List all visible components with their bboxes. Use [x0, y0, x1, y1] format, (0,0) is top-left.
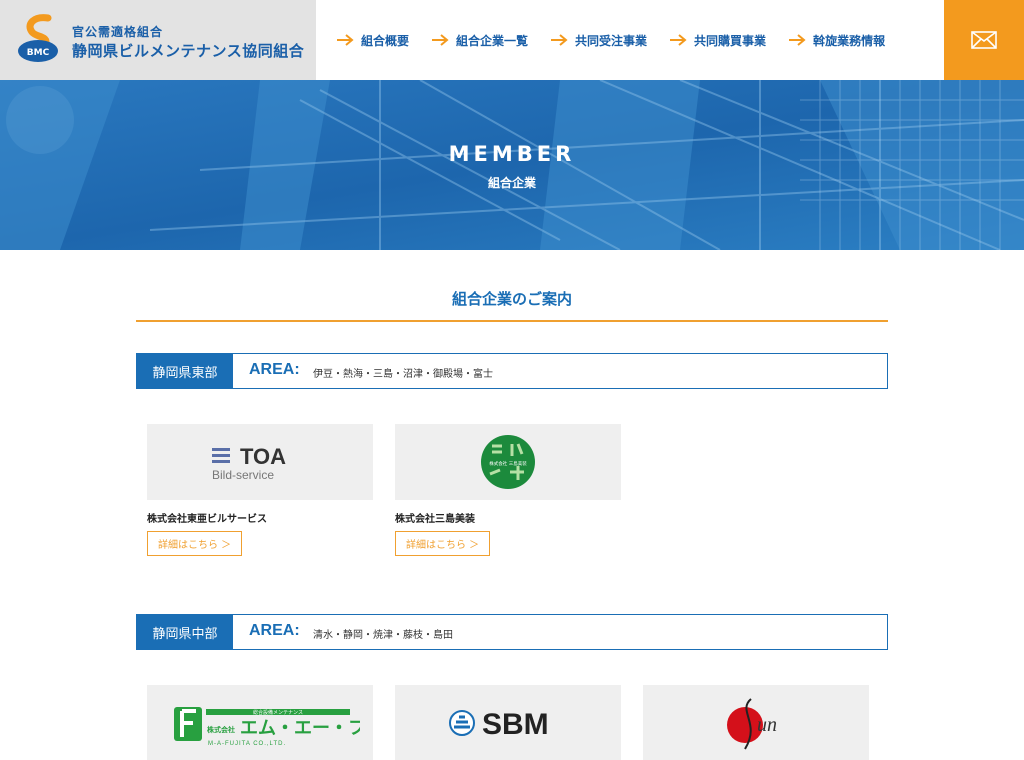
- arrow-right-icon: [789, 34, 806, 46]
- section-title: 組合企業のご案内: [451, 290, 572, 308]
- main-nav: 組合概要 組合企業一覧 共同受注事業 共同購買事業 斡旋業務情報: [336, 0, 907, 80]
- svg-text:エム・エー・フジタ: エム・エー・フジタ: [240, 718, 360, 739]
- company-logo[interactable]: 総合設備メンテナンス 株式会社 エム・エー・フジタ M-A-FUJITA CO.…: [147, 685, 373, 760]
- section-divider: [136, 320, 888, 322]
- company-card: 株式会社 三島美装 株式会社三島美装 詳細はこちら ＞: [395, 424, 621, 556]
- area-cities: 清水・静岡・焼津・藤枝・島田: [313, 630, 453, 641]
- nav-item-members[interactable]: 組合企業一覧: [431, 32, 528, 49]
- svg-text:un: un: [757, 714, 777, 736]
- svg-text:M-A-FUJITA CO.,LTD.: M-A-FUJITA CO.,LTD.: [208, 741, 286, 747]
- svg-text:株式会社 三島美装: 株式会社 三島美装: [489, 460, 527, 467]
- area-bar-east: 静岡県東部 AREA: 伊豆・熱海・三島・沼津・御殿場・富士: [136, 353, 888, 389]
- svg-text:TOA: TOA: [240, 444, 286, 469]
- logo-mark-text: BMC: [27, 48, 50, 58]
- area-name: 静岡県中部: [137, 615, 233, 649]
- area-label: AREA:: [249, 622, 300, 639]
- area-label: AREA:: [249, 361, 300, 378]
- hero-title: MEMBER: [448, 142, 576, 166]
- hero-subtitle: 組合企業: [487, 176, 536, 190]
- logo-title: 静岡県ビルメンテナンス協同組合: [72, 42, 305, 60]
- nav-item-overview[interactable]: 組合概要: [336, 32, 409, 49]
- nav-item-label: 斡旋業務情報: [813, 33, 886, 48]
- mishima-bisou-logo-icon: 株式会社 三島美装: [481, 435, 535, 489]
- svg-text:株式会社: 株式会社: [207, 725, 235, 734]
- nav-item-joint-purchasing[interactable]: 共同購買事業: [669, 32, 766, 49]
- hero-banner: MEMBER 組合企業: [0, 80, 1024, 250]
- company-card: 総合設備メンテナンス 株式会社 エム・エー・フジタ M-A-FUJITA CO.…: [147, 685, 373, 760]
- envelope-icon: [971, 31, 997, 49]
- company-detail-button[interactable]: 詳細はこちら ＞: [147, 531, 243, 556]
- company-card: SBM: [395, 685, 621, 760]
- company-logo[interactable]: SBM: [395, 685, 621, 760]
- svg-text:Bild-service: Bild-service: [212, 468, 274, 482]
- arrow-right-icon: [337, 34, 354, 46]
- company-card: un: [643, 685, 869, 760]
- area-cities: 伊豆・熱海・三島・沼津・御殿場・富士: [313, 369, 493, 380]
- company-card: TOA Bild-service 株式会社東亜ビルサービス 詳細はこちら ＞: [147, 424, 373, 556]
- sbm-logo-icon: SBM: [449, 708, 549, 741]
- arrow-right-icon: [432, 34, 449, 46]
- arrow-right-icon: [670, 34, 687, 46]
- nav-item-label: 組合概要: [361, 33, 410, 48]
- svg-text:SBM: SBM: [482, 708, 549, 741]
- ma-fujita-logo-icon: 総合設備メンテナンス 株式会社 エム・エー・フジタ M-A-FUJITA CO.…: [174, 707, 360, 747]
- company-logo[interactable]: 株式会社 三島美装: [395, 424, 621, 500]
- site-logo[interactable]: BMC 官公需適格組合 静岡県ビルメンテナンス協同組合: [0, 0, 316, 80]
- sun-logo-icon: un: [727, 698, 777, 750]
- toa-logo-icon: TOA Bild-service: [212, 444, 286, 482]
- logo-subtitle: 官公需適格組合: [72, 25, 164, 39]
- svg-text:総合設備メンテナンス: 総合設備メンテナンス: [253, 709, 303, 716]
- contact-mail-button[interactable]: [944, 0, 1024, 80]
- arrow-right-icon: [551, 34, 568, 46]
- area-bar-central: 静岡県中部 AREA: 清水・静岡・焼津・藤枝・島田: [136, 614, 888, 650]
- company-logo[interactable]: un: [643, 685, 869, 760]
- nav-item-mediation-info[interactable]: 斡旋業務情報: [788, 32, 885, 49]
- nav-item-joint-orders[interactable]: 共同受注事業: [550, 32, 647, 49]
- company-name: 株式会社東亜ビルサービス: [147, 514, 267, 525]
- company-detail-button[interactable]: 詳細はこちら ＞: [395, 531, 491, 556]
- company-name: 株式会社三島美装: [395, 514, 475, 525]
- area-name: 静岡県東部: [137, 354, 233, 388]
- nav-item-label: 組合企業一覧: [456, 33, 529, 48]
- site-header: BMC 官公需適格組合 静岡県ビルメンテナンス協同組合 組合概要 組合企業一覧 …: [0, 0, 1024, 80]
- bmc-logo-icon: BMC: [18, 14, 58, 62]
- company-logo[interactable]: TOA Bild-service: [147, 424, 373, 500]
- nav-item-label: 共同購買事業: [694, 33, 767, 48]
- nav-item-label: 共同受注事業: [575, 33, 648, 48]
